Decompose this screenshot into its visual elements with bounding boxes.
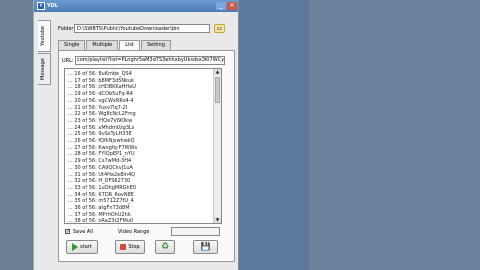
recycle-icon: ♻ xyxy=(160,241,170,252)
desktop-background-left xyxy=(0,0,33,270)
url-input[interactable]: com/playlist?list=PLnghr5aM3d7S3ehhxbyUk… xyxy=(75,56,225,65)
url-label: URL: xyxy=(62,58,74,64)
list-item: ... 37 of 56: MPrhOhU2hk xyxy=(68,211,131,218)
browse-folder-button[interactable]: ▭ xyxy=(214,24,225,33)
list-item: ... 23 of 56: YfQe7Vi9Okw xyxy=(68,117,133,124)
app-icon: Y xyxy=(37,2,45,10)
side-tab-youtube[interactable]: Youtube xyxy=(38,20,51,52)
list-item: ... 16 of 56: 8uKmbe_QS4 xyxy=(68,71,132,77)
recycle-button[interactable]: ♻ xyxy=(155,240,175,254)
list-item: ... 17 of 56: b8MF3d5Nkuk xyxy=(68,77,134,84)
video-range-label: Video Range xyxy=(118,229,150,235)
list-item: ... 27 of 56: Kwvgfq-F7WWs xyxy=(68,144,138,151)
scroll-down-arrow-icon[interactable]: ▼ xyxy=(214,217,221,223)
folder-label: Folder xyxy=(58,26,74,32)
list-item: ... 26 of 56: fQfkNjswhwkQ xyxy=(68,138,135,144)
save-all-label: Save All xyxy=(73,229,94,235)
list-item: ... 22 of 56: Wg8cNcL2Frng xyxy=(68,111,136,118)
save-button[interactable]: 💾 xyxy=(193,240,218,254)
floppy-disk-icon: 💾 xyxy=(200,242,211,251)
list-item: ... 24 of 56: xMhdm0zg3Ls xyxy=(68,124,135,131)
save-all-checkbox[interactable]: ✓ xyxy=(65,229,70,235)
close-button[interactable]: ✕ xyxy=(227,2,237,10)
scroll-thumb[interactable] xyxy=(215,77,220,103)
mode-tabs: Single Multiple List Setting xyxy=(58,40,172,51)
list-item: ... 33 of 56: 1uDhgMRGhE0 xyxy=(68,184,137,191)
start-label: start xyxy=(80,244,92,250)
list-item: ... 35 of 56: m5712Z7fU_4 xyxy=(68,198,134,205)
list-item: ... 25 of 56: 9uSsTyLH33E xyxy=(68,131,132,138)
list-item: ... 28 of 56: FYIQpEP1_nYU xyxy=(68,151,135,158)
stop-icon xyxy=(120,244,127,250)
tab-single[interactable]: Single xyxy=(58,40,86,50)
list-item: ... 38 of 56: oRaZ3t2FMu0 xyxy=(68,218,134,225)
list-item: ... 31 of 56: Ut4Ha2e8ln4Q xyxy=(68,171,136,178)
list-item: ... 36 of 56: atgFnT3d8M xyxy=(68,205,130,211)
list-item: ... 30 of 56: CA9QCkvJ1uA xyxy=(68,164,133,171)
window-title: YDL xyxy=(47,3,58,9)
title-bar: Y YDL _ ✕ xyxy=(34,0,238,12)
scroll-up-arrow-icon[interactable]: ▲ xyxy=(214,69,221,75)
play-icon xyxy=(72,243,79,251)
side-tab-message[interactable]: Message xyxy=(38,53,51,85)
video-range-input[interactable] xyxy=(171,227,220,236)
tab-setting[interactable]: Setting xyxy=(141,40,171,50)
desktop-background-right xyxy=(309,0,480,270)
list-item: ... 21 of 56: Yuxv7lq7-2I xyxy=(68,104,128,111)
list-item: ... 32 of 56: H_DFS62730 xyxy=(68,178,131,185)
folder-icon: ▭ xyxy=(216,25,223,32)
stop-label: Stop xyxy=(128,244,140,250)
tab-multiple[interactable]: Multiple xyxy=(86,40,119,50)
list-item: ... 19 of 56: dCOb5uFq-R4 xyxy=(68,91,133,98)
start-button[interactable]: start xyxy=(66,240,98,254)
stop-button[interactable]: Stop xyxy=(115,240,145,254)
list-item: ... 18 of 56: cHDBKKaHHeU xyxy=(68,84,136,91)
minimize-button[interactable]: _ xyxy=(216,2,226,10)
list-item: ... 29 of 56: Cs7wMd-3H4 xyxy=(68,158,132,165)
download-list[interactable]: ... 16 of 56: 8uKmbe_QS4 ... 17 of 56: b… xyxy=(64,68,222,224)
list-item: ... 34 of 56: K7DR_6ovN8E xyxy=(68,191,134,198)
list-item: ... 20 of 56: vgCWxRRs4-4 xyxy=(68,97,134,104)
folder-path-input[interactable]: D:\SWBTS\Public\YoutubeDownloader\bin xyxy=(74,24,210,33)
list-scrollbar[interactable]: ▲ ▼ xyxy=(213,69,221,223)
